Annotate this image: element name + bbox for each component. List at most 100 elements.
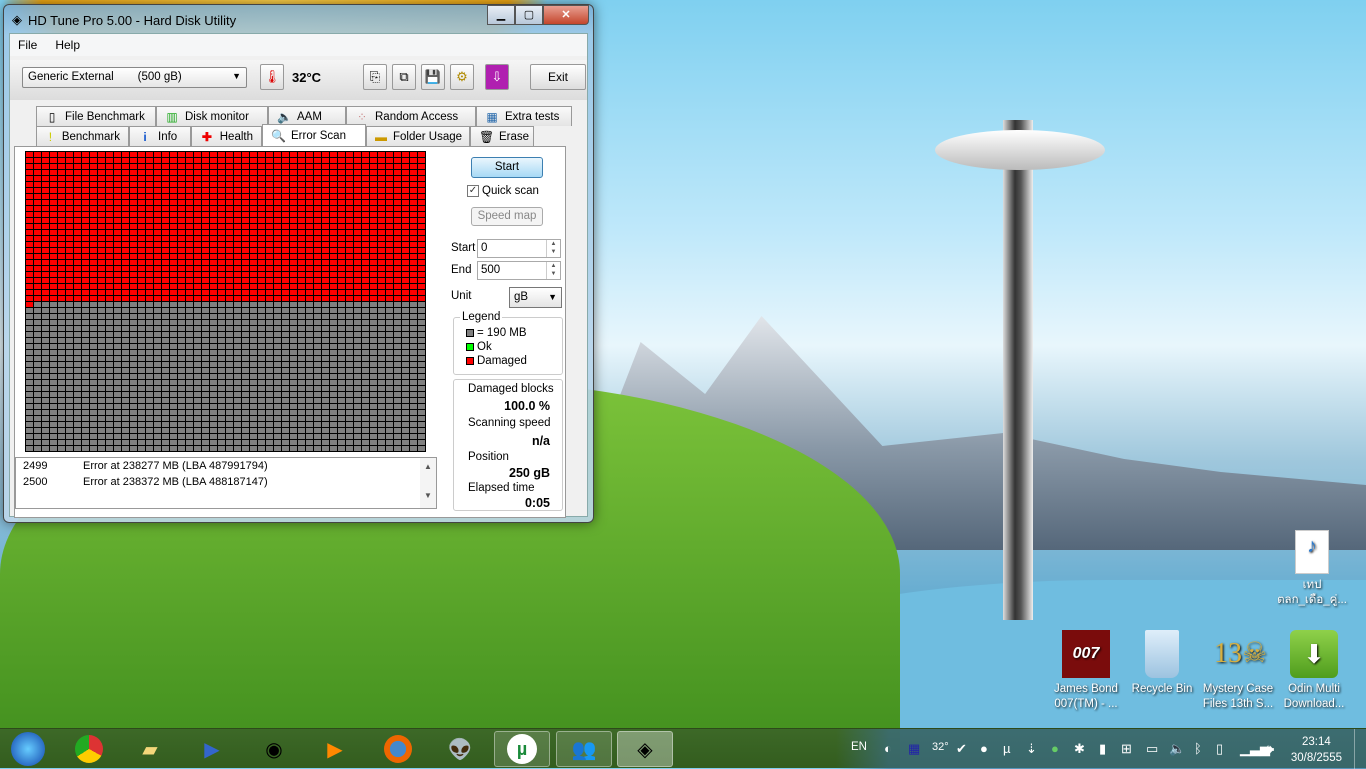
start-field[interactable]: 0 ▲ ▼ <box>477 239 561 258</box>
tray-tool-icon[interactable]: ✱ <box>1074 741 1085 757</box>
damaged-block <box>354 254 361 259</box>
unscanned-block <box>322 392 329 397</box>
close-button[interactable]: ✕ <box>543 5 589 25</box>
desktop-icon-recycle-bin[interactable]: Recycle Bin <box>1120 630 1204 697</box>
unscanned-block <box>370 362 377 367</box>
unscanned-block <box>298 374 305 379</box>
clock[interactable]: 23:14 30/8/2555 <box>1291 734 1342 766</box>
tab-folder-usage[interactable]: ▬ Folder Usage <box>366 126 470 146</box>
tray-network-icon[interactable]: ⊞ <box>1121 741 1132 757</box>
end-field[interactable]: 500 ▲ ▼ <box>477 261 561 280</box>
exit-button[interactable]: Exit <box>530 64 586 90</box>
tray-utorrent-icon[interactable]: µ <box>1003 741 1011 756</box>
unscanned-block <box>210 446 217 451</box>
bluetooth-icon[interactable]: ᛒ <box>1194 741 1202 756</box>
desktop-icon-odin[interactable]: ⬇ Odin Multi Download... <box>1272 630 1356 712</box>
wallpaper-tower <box>1003 120 1033 620</box>
unit-select[interactable]: gB ▼ <box>509 287 562 308</box>
taskbar-explorer[interactable]: ▰ <box>122 731 178 767</box>
copy-text-button[interactable]: ⎘ <box>363 64 387 90</box>
menu-file[interactable]: File <box>18 38 37 52</box>
desktop-icon-james-bond[interactable]: 007 James Bond 007(TM) - ... <box>1044 630 1128 712</box>
unscanned-block <box>242 344 249 349</box>
tab-random-access[interactable]: ⁘ Random Access <box>346 106 476 126</box>
tab-aam[interactable]: 🔈 AAM <box>268 106 346 126</box>
desktop-icon-mp3[interactable]: ♪ เทป ตลก_เดือ_คู่... <box>1270 530 1354 608</box>
quick-scan-checkbox[interactable]: ✓ Quick scan <box>467 185 539 197</box>
tray-disc-icon[interactable]: ◐ <box>884 741 892 756</box>
taskbar-media-player[interactable]: ▶ <box>307 731 363 767</box>
damaged-block <box>314 260 321 265</box>
damaged-block <box>314 200 321 205</box>
damaged-block <box>194 218 201 223</box>
taskbar-chrome[interactable] <box>61 731 117 767</box>
tab-health[interactable]: ✚ Health <box>191 126 262 146</box>
unscanned-block <box>202 314 209 319</box>
taskbar-media-app[interactable]: ▶ <box>184 731 240 767</box>
damaged-block <box>194 188 201 193</box>
menu-help[interactable]: Help <box>55 38 80 52</box>
damaged-block <box>346 158 353 163</box>
taskbar-utorrent[interactable]: µ <box>494 731 550 767</box>
download-button[interactable]: ⇩ <box>485 64 509 90</box>
spinner-arrows-icon[interactable]: ▲ ▼ <box>546 240 560 257</box>
minimize-button[interactable]: ▁ <box>487 5 515 25</box>
start-button[interactable]: Start <box>471 157 543 178</box>
tab-disk-monitor[interactable]: ▥ Disk monitor <box>156 106 268 126</box>
tray-monitor-icon[interactable]: ▭ <box>1146 741 1158 757</box>
damaged-block <box>170 266 177 271</box>
thermometer-button[interactable]: 🌡 <box>260 64 284 90</box>
unscanned-block <box>362 380 369 385</box>
damaged-block <box>50 236 57 241</box>
tray-usb-icon[interactable]: ▮ <box>1099 741 1106 757</box>
unscanned-block <box>338 446 345 451</box>
tray-download-icon[interactable]: ⇣ <box>1026 741 1037 757</box>
tray-speaker-icon[interactable]: 🔈 <box>1169 741 1185 757</box>
log-scrollbar[interactable]: ▲ ▼ <box>420 458 436 508</box>
unscanned-block <box>170 362 177 367</box>
unscanned-block <box>330 326 337 331</box>
taskbar-hdtune[interactable]: ◈ <box>617 731 673 767</box>
volume-icon[interactable]: 🕪 <box>1266 741 1274 757</box>
damaged-block <box>98 248 105 253</box>
taskbar-foobar[interactable]: 👽 <box>432 731 488 767</box>
damaged-block <box>370 296 377 301</box>
unscanned-block <box>218 386 225 391</box>
tray-globe-icon[interactable]: ● <box>980 741 988 756</box>
tab-error-scan[interactable]: 🔍 Error Scan <box>262 124 366 146</box>
taskbar-gauge-app[interactable]: ◉ <box>246 731 302 767</box>
tab-benchmark[interactable]: ! Benchmark <box>36 126 129 146</box>
maximize-button[interactable]: ▢ <box>515 5 543 25</box>
tray-grid-icon[interactable]: ▦ <box>908 741 920 757</box>
damaged-block <box>250 278 257 283</box>
desktop-icon-mystery-case[interactable]: 13☠ Mystery Case Files 13th S... <box>1196 630 1280 712</box>
tray-circle-icon[interactable]: ● <box>1051 741 1059 756</box>
unscanned-block <box>234 326 241 331</box>
tray-temperature[interactable]: 32° <box>932 741 949 753</box>
unscanned-block <box>98 428 105 433</box>
taskbar-messenger[interactable]: 👥 <box>556 731 612 767</box>
damaged-block <box>290 188 297 193</box>
copy-screenshot-button[interactable]: ⧉ <box>392 64 416 90</box>
tab-erase[interactable]: 🗑 Erase <box>470 126 534 146</box>
show-desktop-button[interactable] <box>1354 729 1366 769</box>
error-log-list[interactable]: 2499 Error at 238277 MB (LBA 487991794) 2… <box>15 457 437 509</box>
language-indicator[interactable]: EN <box>851 741 867 753</box>
unscanned-block <box>338 332 345 337</box>
title-bar[interactable]: ◈ HD Tune Pro 5.00 - Hard Disk Utility <box>12 12 236 28</box>
save-button[interactable]: 💾 <box>421 64 445 90</box>
start-orb[interactable] <box>2 731 54 767</box>
drive-select[interactable]: Generic External (500 gB) ▼ <box>22 67 247 88</box>
taskbar-firefox[interactable] <box>370 731 426 767</box>
speed-map-button[interactable]: Speed map <box>471 207 543 226</box>
tray-power-icon[interactable]: ▯ <box>1216 741 1223 757</box>
tab-info[interactable]: i Info <box>129 126 191 146</box>
tab-file-benchmark[interactable]: ▯ File Benchmark <box>36 106 156 126</box>
tab-extra-tests[interactable]: ▦ Extra tests <box>476 106 572 126</box>
spinner-arrows-icon[interactable]: ▲ ▼ <box>546 262 560 279</box>
unscanned-block <box>90 362 97 367</box>
damaged-block <box>34 206 41 211</box>
options-button[interactable]: ⚙ <box>450 64 474 90</box>
tray-usb-check-icon[interactable]: ✔ <box>956 741 967 757</box>
damaged-block <box>130 200 137 205</box>
